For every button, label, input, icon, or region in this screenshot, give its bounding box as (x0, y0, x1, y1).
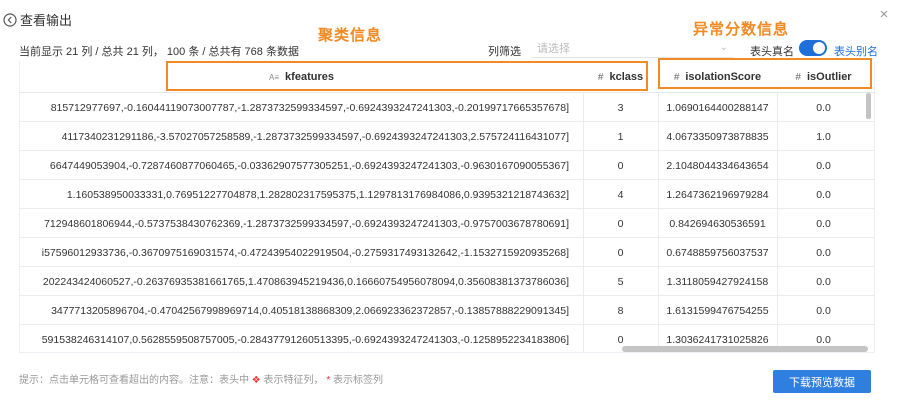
column-header-label: isolationScore (685, 71, 762, 83)
column-header-label: kfeatures (285, 71, 334, 83)
cell-kclass[interactable]: 8 (583, 296, 658, 325)
chevron-down-icon: ⌄ (719, 42, 728, 53)
cell-isoutlier[interactable]: 0.0 (777, 296, 870, 325)
back-arrow-icon[interactable] (3, 12, 17, 27)
feature-diamond-icon: ❖ (251, 375, 261, 386)
cell-isoutlier[interactable]: 0.0 (777, 93, 870, 122)
column-header-kfeatures[interactable]: A≡ kfeatures (20, 61, 583, 93)
horizontal-scrollbar[interactable] (20, 346, 874, 352)
scrollbar-thumb[interactable] (622, 346, 868, 352)
number-column-icon: # (795, 71, 801, 83)
tip-prefix: 提示：点击单元格可查看超出的内容。注意：表头中 (19, 375, 249, 386)
cluster-info-annotation: 聚类信息 (318, 26, 383, 44)
column-header-isolationscore[interactable]: # isolationScore (658, 61, 777, 93)
cell-isolationscore[interactable]: 1.3118059427924158 (658, 267, 777, 296)
cell-isolationscore[interactable]: 1.2647362196979284 (658, 180, 777, 209)
table-row[interactable]: 815712977697,-0.16044119073007787,-1.287… (20, 93, 874, 122)
output-table: A≡ kfeatures # kclass # isolationScore #… (19, 61, 875, 353)
cell-isoutlier[interactable]: 0.0 (777, 151, 870, 180)
cell-kclass[interactable]: 5 (583, 267, 658, 296)
header-alias-toggle[interactable] (799, 40, 827, 56)
cell-isoutlier[interactable]: 0.0 (777, 238, 870, 267)
column-header-kclass[interactable]: # kclass (583, 61, 658, 93)
cell-isolationscore[interactable]: 2.1048044334643654 (658, 151, 777, 180)
table-row[interactable]: 6647449053904,-0.7287460877060465,-0.033… (20, 151, 874, 180)
cell-isolationscore[interactable]: 0.6748859756037537 (658, 238, 777, 267)
column-header-isoutlier[interactable]: # isOutlier (777, 61, 870, 93)
cell-kfeatures[interactable]: 4117340231291186,-3.57027057258589,-1.28… (20, 122, 583, 151)
dialog-title: 查看输出 (3, 10, 72, 29)
cell-kfeatures[interactable]: 3477713205896704,-0.47042567998969714,0.… (20, 296, 583, 325)
text-column-icon: A≡ (269, 72, 280, 82)
cell-isolationscore[interactable]: 1.0690164400288147 (658, 93, 777, 122)
number-column-icon: # (597, 71, 604, 83)
toggle-knob (813, 42, 825, 54)
cell-isolationscore[interactable]: 0.842694630536591 (658, 209, 777, 238)
cell-isoutlier[interactable]: 0.0 (777, 180, 870, 209)
cell-kfeatures[interactable]: 712948601806944,-0.5737538430762369,-1.2… (20, 209, 583, 238)
data-summary: 当前显示 21 列 / 总共 21 列， 100 条 / 总共有 768 条数据 (19, 46, 299, 58)
cell-kclass[interactable]: 0 (583, 151, 658, 180)
tip-label: 表示标签列 (333, 375, 383, 386)
footer-tip: 提示：点击单元格可查看超出的内容。注意：表头中 ❖ 表示特征列， * 表示标签列 (19, 371, 383, 386)
number-column-icon: # (673, 71, 680, 83)
table-row[interactable]: i57596012933736,-0.3670975169031574,-0.4… (20, 238, 874, 267)
table-row[interactable]: 1.160538950033331,0.76951227704878,1.282… (20, 180, 874, 209)
cell-kclass[interactable]: 0 (583, 238, 658, 267)
cell-isoutlier[interactable]: 1.0 (777, 122, 870, 151)
column-filter-label: 列筛选 (488, 46, 521, 58)
column-header-label: isOutlier (806, 71, 852, 83)
column-header-label: kclass (609, 71, 644, 83)
cell-kclass[interactable]: 4 (583, 180, 658, 209)
anomaly-info-annotation: 异常分数信息 (693, 20, 790, 38)
tip-feature: 表示特征列， (263, 375, 324, 386)
column-filter-placeholder: 请选择 (537, 42, 570, 55)
cell-isoutlier[interactable]: 0.0 (777, 209, 870, 238)
header-alias-label: 表头别名 (834, 46, 878, 58)
vertical-scrollbar[interactable] (866, 93, 871, 345)
cell-isoutlier[interactable]: 0.0 (777, 267, 870, 296)
close-icon[interactable]: × (876, 7, 892, 23)
table-row[interactable]: 3477713205896704,-0.47042567998969714,0.… (20, 296, 874, 325)
dialog-title-text: 查看输出 (20, 13, 73, 28)
header-real-name-label: 表头真名 (750, 46, 794, 58)
cell-kfeatures[interactable]: 815712977697,-0.16044119073007787,-1.287… (20, 93, 583, 122)
table-row[interactable]: 202243424060527,-0.26376935381661765,1.4… (20, 267, 874, 296)
cell-kclass[interactable]: 1 (583, 122, 658, 151)
cell-kclass[interactable]: 3 (583, 93, 658, 122)
cell-kfeatures[interactable]: 202243424060527,-0.26376935381661765,1.4… (20, 267, 583, 296)
label-star-icon: * (326, 375, 331, 386)
table-row[interactable]: 4117340231291186,-3.57027057258589,-1.28… (20, 122, 874, 151)
download-preview-button[interactable]: 下载预览数据 (773, 370, 871, 393)
table-row[interactable]: 712948601806944,-0.5737538430762369,-1.2… (20, 209, 874, 238)
cell-isolationscore[interactable]: 4.0673350973878835 (658, 122, 777, 151)
column-filter-select[interactable]: 请选择 ⌄ (531, 38, 734, 58)
table-header: A≡ kfeatures # kclass # isolationScore #… (20, 61, 874, 93)
cell-kclass[interactable]: 0 (583, 209, 658, 238)
cell-isolationscore[interactable]: 1.6131599476754255 (658, 296, 777, 325)
cell-kfeatures[interactable]: 1.160538950033331,0.76951227704878,1.282… (20, 180, 583, 209)
cell-kfeatures[interactable]: 6647449053904,-0.7287460877060465,-0.033… (20, 151, 583, 180)
cell-kfeatures[interactable]: i57596012933736,-0.3670975169031574,-0.4… (20, 238, 583, 267)
scrollbar-thumb[interactable] (866, 93, 871, 119)
